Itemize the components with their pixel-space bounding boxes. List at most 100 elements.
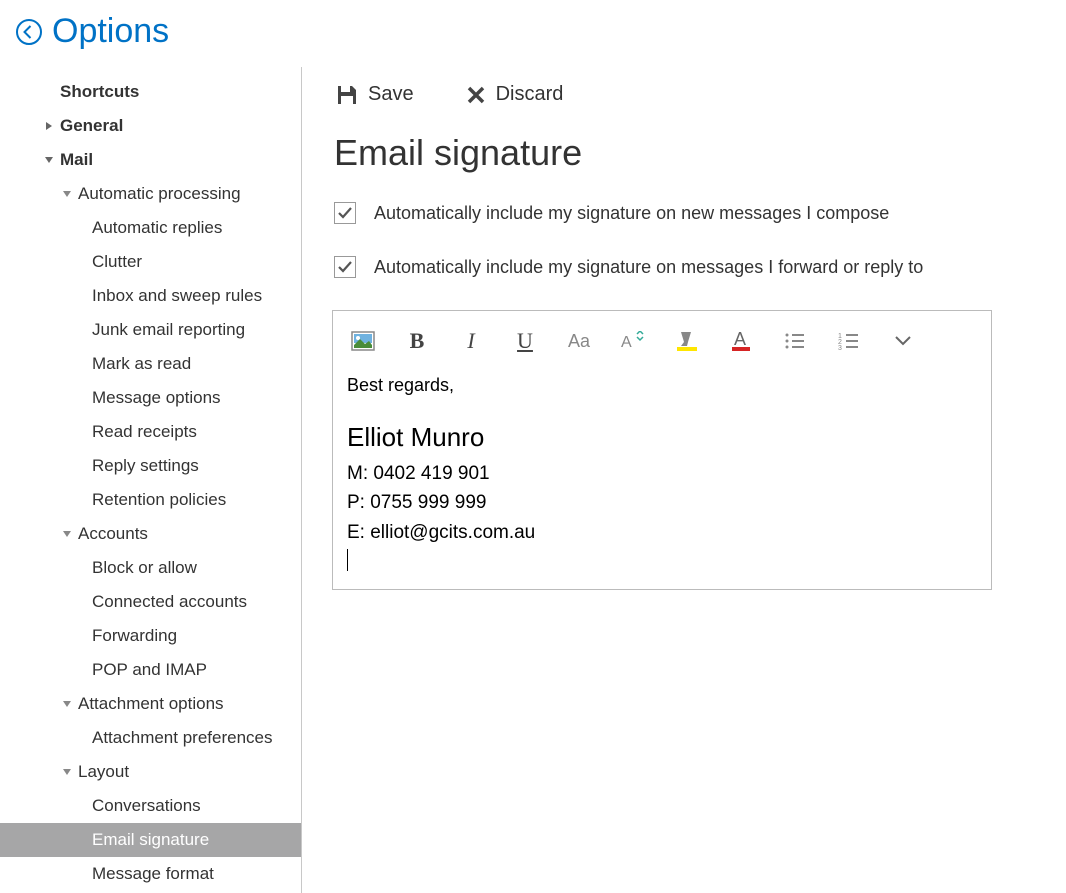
sidebar-item-retention[interactable]: Retention policies xyxy=(0,483,301,517)
sidebar-item-inbox-rules[interactable]: Inbox and sweep rules xyxy=(0,279,301,313)
sidebar-item-mark-as-read[interactable]: Mark as read xyxy=(0,347,301,381)
bullet-list-icon xyxy=(784,332,806,350)
sidebar-label: Message options xyxy=(92,388,221,408)
sidebar-label: Accounts xyxy=(78,524,148,544)
image-icon xyxy=(351,331,375,351)
font-size-icon: A xyxy=(621,331,645,351)
sidebar-label: Reply settings xyxy=(92,456,199,476)
font-size-button[interactable]: A xyxy=(619,327,647,355)
check-icon xyxy=(337,205,353,221)
sidebar-item-mail[interactable]: Mail xyxy=(0,143,301,177)
checkbox-label: Automatically include my signature on ne… xyxy=(374,203,889,224)
sidebar-item-read-receipts[interactable]: Read receipts xyxy=(0,415,301,449)
sidebar-item-connected[interactable]: Connected accounts xyxy=(0,585,301,619)
sidebar-item-accounts[interactable]: Accounts xyxy=(0,517,301,551)
svg-text:3: 3 xyxy=(838,345,842,350)
sidebar-label: Mark as read xyxy=(92,354,191,374)
signature-name: Elliot Munro xyxy=(347,422,977,453)
sidebar-label: POP and IMAP xyxy=(92,660,207,680)
sidebar-item-forwarding[interactable]: Forwarding xyxy=(0,619,301,653)
sidebar-item-email-signature[interactable]: Email signature xyxy=(0,823,301,857)
checkbox-reply-forward[interactable] xyxy=(334,256,356,278)
sidebar-item-clutter[interactable]: Clutter xyxy=(0,245,301,279)
checkbox-label: Automatically include my signature on me… xyxy=(374,257,923,278)
discard-icon xyxy=(466,85,486,105)
signature-mobile: M: 0402 419 901 xyxy=(347,459,977,488)
sidebar-item-conversations[interactable]: Conversations xyxy=(0,789,301,823)
bullet-list-button[interactable] xyxy=(781,327,809,355)
font-color-icon: A xyxy=(730,330,752,352)
sidebar-label: Clutter xyxy=(92,252,142,272)
sidebar-label: Connected accounts xyxy=(92,592,247,612)
editor-toolbar: B I U Aa A A 123 xyxy=(333,311,991,371)
svg-text:A: A xyxy=(621,334,632,351)
text-cursor xyxy=(347,549,348,571)
font-color-button[interactable]: A xyxy=(727,327,755,355)
sidebar-label: Retention policies xyxy=(92,490,226,510)
bold-button[interactable]: B xyxy=(403,327,431,355)
signature-intro: Best regards, xyxy=(347,375,977,396)
sidebar-label: Email signature xyxy=(92,830,209,850)
image-button[interactable] xyxy=(349,327,377,355)
more-button[interactable] xyxy=(889,327,917,355)
page-header-title: Options xyxy=(52,12,169,51)
highlight-icon xyxy=(675,330,699,352)
save-button[interactable]: Save xyxy=(336,83,414,106)
chevron-down-icon xyxy=(894,335,912,347)
number-list-button[interactable]: 123 xyxy=(835,327,863,355)
discard-label: Discard xyxy=(496,83,564,106)
signature-phone: P: 0755 999 999 xyxy=(347,488,977,517)
chevron-right-icon xyxy=(42,121,56,131)
sidebar-label: Read receipts xyxy=(92,422,197,442)
sidebar-label: Automatic processing xyxy=(78,184,241,204)
sidebar-item-attachment-options[interactable]: Attachment options xyxy=(0,687,301,721)
sidebar-label: Conversations xyxy=(92,796,201,816)
sidebar-item-general[interactable]: General xyxy=(0,109,301,143)
sidebar-label: Layout xyxy=(78,762,129,782)
signature-email: E: elliot@gcits.com.au xyxy=(347,518,977,547)
sidebar-label: Attachment preferences xyxy=(92,728,272,748)
sidebar-item-shortcuts[interactable]: Shortcuts xyxy=(0,75,301,109)
italic-button[interactable]: I xyxy=(457,327,485,355)
save-label: Save xyxy=(368,83,414,106)
chevron-down-icon xyxy=(42,156,56,164)
signature-editor: B I U Aa A A 123 xyxy=(332,310,992,590)
discard-button[interactable]: Discard xyxy=(466,83,564,106)
sidebar-label: Inbox and sweep rules xyxy=(92,286,262,306)
chevron-down-icon xyxy=(60,768,74,776)
number-list-icon: 123 xyxy=(838,332,860,350)
sidebar-label: General xyxy=(60,116,123,136)
sidebar-item-attachment-prefs[interactable]: Attachment preferences xyxy=(0,721,301,755)
sidebar-item-junk[interactable]: Junk email reporting xyxy=(0,313,301,347)
back-button[interactable] xyxy=(14,17,44,47)
sidebar-label: Forwarding xyxy=(92,626,177,646)
check-icon xyxy=(337,259,353,275)
save-icon xyxy=(336,84,358,106)
underline-button[interactable]: U xyxy=(511,327,539,355)
highlight-button[interactable] xyxy=(673,327,701,355)
svg-text:A: A xyxy=(734,330,746,349)
font-family-button[interactable]: Aa xyxy=(565,327,593,355)
sidebar-item-automatic-replies[interactable]: Automatic replies xyxy=(0,211,301,245)
sidebar-item-pop-imap[interactable]: POP and IMAP xyxy=(0,653,301,687)
sidebar-item-message-format[interactable]: Message format xyxy=(0,857,301,891)
back-arrow-icon xyxy=(15,18,43,46)
sidebar-item-reply-settings[interactable]: Reply settings xyxy=(0,449,301,483)
sidebar-label: Message format xyxy=(92,864,214,884)
sidebar-label: Attachment options xyxy=(78,694,224,714)
editor-body[interactable]: Best regards, Elliot Munro M: 0402 419 9… xyxy=(333,371,991,575)
sidebar-item-automatic-processing[interactable]: Automatic processing xyxy=(0,177,301,211)
checkbox-new-messages[interactable] xyxy=(334,202,356,224)
sidebar-label: Junk email reporting xyxy=(92,320,245,340)
chevron-down-icon xyxy=(60,190,74,198)
sidebar-label: Automatic replies xyxy=(92,218,222,238)
sidebar-label: Mail xyxy=(60,150,93,170)
sidebar-item-message-options[interactable]: Message options xyxy=(0,381,301,415)
chevron-down-icon xyxy=(60,700,74,708)
sidebar-label: Shortcuts xyxy=(60,82,139,102)
page-title: Email signature xyxy=(332,132,1036,174)
sidebar: Shortcuts General Mail Automatic process… xyxy=(0,67,302,893)
sidebar-item-layout[interactable]: Layout xyxy=(0,755,301,789)
sidebar-item-block-allow[interactable]: Block or allow xyxy=(0,551,301,585)
chevron-down-icon xyxy=(60,530,74,538)
